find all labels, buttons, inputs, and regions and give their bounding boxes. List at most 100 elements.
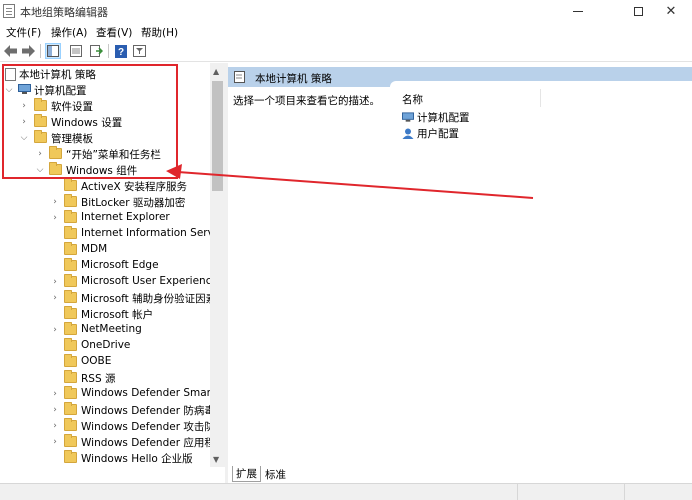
forward-button[interactable] [20, 43, 36, 59]
tree-item-component[interactable]: RSS 源 [0, 370, 210, 386]
back-button[interactable] [3, 43, 19, 59]
folder-icon [34, 130, 47, 143]
tree-label: NetMeeting [81, 323, 142, 335]
tree-item-component[interactable]: › Microsoft 辅助身份验证因素 [0, 290, 210, 306]
minimize-button[interactable] [555, 0, 601, 22]
chevron-right-icon[interactable]: › [19, 117, 29, 127]
app-icon [3, 4, 15, 18]
tree-item-computer-config[interactable]: ⌵ 计算机配置 [0, 82, 210, 98]
svg-text:?: ? [118, 47, 124, 58]
tree-label: OneDrive [81, 339, 131, 351]
toolbar: ? [0, 40, 692, 62]
chevron-right-icon[interactable]: › [50, 213, 60, 223]
computer-icon [402, 111, 414, 122]
menu-help[interactable]: 帮助(H) [141, 25, 178, 40]
tree-item-component[interactable]: Microsoft 帐户 [0, 306, 210, 322]
folder-icon [64, 290, 77, 303]
menu-file[interactable]: 文件(F) [6, 25, 41, 40]
view-tabs: 扩展 标准 [228, 466, 692, 483]
folder-icon [64, 354, 77, 367]
properties-icon [70, 45, 82, 57]
tree-label: Windows Defender 防病毒程 [81, 405, 210, 417]
folder-icon [34, 114, 47, 127]
chevron-down-icon[interactable]: ⌵ [4, 85, 14, 95]
tree-pane[interactable]: 本地计算机 策略 ⌵ 计算机配置 › 软件设置 › Windows 设置 ⌵ 管… [0, 63, 210, 467]
chevron-right-icon[interactable]: › [50, 293, 60, 303]
scroll-down-icon[interactable]: ▼ [213, 455, 219, 464]
export-list-button[interactable] [88, 43, 104, 59]
filter-button[interactable] [131, 43, 147, 59]
tree-item-admin-templates[interactable]: ⌵ 管理模板 [0, 130, 210, 146]
tree-item-component[interactable]: ActiveX 安装程序服务 [0, 178, 210, 194]
column-divider[interactable] [540, 89, 541, 107]
chevron-right-icon[interactable]: › [50, 389, 60, 399]
menu-bar: 文件(F) 操作(A) 查看(V) 帮助(H) [0, 22, 692, 40]
chevron-right-icon[interactable]: › [35, 149, 45, 159]
tree-item-component[interactable]: › Windows Defender SmartSc [0, 386, 210, 402]
status-bar [0, 483, 692, 500]
show-tree-button[interactable] [45, 43, 61, 59]
tree-item-component[interactable]: › Windows Defender 应用程序 [0, 434, 210, 450]
help-button[interactable]: ? [113, 43, 129, 59]
tree-item-software-settings[interactable]: › 软件设置 [0, 98, 210, 114]
tree-label: Windows Defender 攻击防护 [81, 421, 210, 433]
folder-icon [64, 274, 77, 287]
tree-item-start-menu-taskbar[interactable]: › “开始”菜单和任务栏 [0, 146, 210, 162]
chevron-down-icon[interactable]: ⌵ [35, 165, 45, 175]
chevron-right-icon[interactable]: › [50, 277, 60, 287]
tree-label: OOBE [81, 355, 112, 367]
export-list-icon [89, 45, 103, 57]
tree-item-root[interactable]: 本地计算机 策略 [0, 66, 210, 82]
folder-icon [64, 450, 77, 463]
tree-label: Windows Hello 企业版 [81, 453, 193, 465]
close-button[interactable]: ✕ [650, 0, 692, 22]
folder-icon [64, 322, 77, 335]
tree-label: 本地计算机 策略 [19, 69, 96, 81]
scroll-up-icon[interactable]: ▲ [213, 67, 219, 76]
tree-label: Microsoft 帐户 [81, 309, 154, 321]
chevron-right-icon[interactable]: › [50, 325, 60, 335]
tree-item-component[interactable]: OOBE [0, 354, 210, 370]
tree-item-windows-settings[interactable]: › Windows 设置 [0, 114, 210, 130]
tab-standard[interactable]: 标准 [262, 466, 289, 482]
tab-extended[interactable]: 扩展 [232, 466, 261, 482]
tree-scrollbar[interactable]: ▲ ▼ [210, 63, 225, 467]
list-item-computer-config[interactable]: 计算机配置 [402, 109, 470, 125]
tree-item-windows-components[interactable]: ⌵ Windows 组件 [0, 162, 210, 178]
scroll-thumb[interactable] [212, 81, 223, 191]
tree-item-component[interactable]: OneDrive [0, 338, 210, 354]
menu-action[interactable]: 操作(A) [51, 25, 87, 40]
chevron-right-icon[interactable]: › [50, 197, 60, 207]
close-icon: ✕ [665, 3, 677, 19]
tree-item-component[interactable]: › Windows Defender 防病毒程 [0, 402, 210, 418]
list-item-user-config[interactable]: 用户配置 [402, 125, 459, 141]
list-item-label: 计算机配置 [417, 111, 470, 124]
tree-label: BitLocker 驱动器加密 [81, 197, 186, 209]
tree-label: Microsoft Edge [81, 259, 159, 271]
window-title: 本地组策略编辑器 [20, 6, 108, 19]
chevron-right-icon[interactable]: › [19, 101, 29, 111]
chevron-down-icon[interactable]: ⌵ [19, 133, 29, 143]
properties-button[interactable] [68, 43, 84, 59]
tree-item-component[interactable]: › Windows Defender 攻击防护 [0, 418, 210, 434]
forward-arrow-icon [22, 45, 35, 57]
tree-label: Microsoft User Experience V [81, 275, 210, 287]
chevron-right-icon[interactable]: › [50, 421, 60, 431]
tree-item-component[interactable]: › Microsoft User Experience V [0, 274, 210, 290]
description-text: 选择一个项目来查看它的描述。 [233, 95, 380, 107]
chevron-right-icon[interactable]: › [50, 437, 60, 447]
column-header-name[interactable]: 名称 [402, 92, 423, 107]
tree-item-component[interactable]: MDM [0, 242, 210, 258]
maximize-icon [633, 6, 643, 16]
tree-item-component[interactable]: Microsoft Edge [0, 258, 210, 274]
menu-view[interactable]: 查看(V) [96, 25, 132, 40]
tree-item-component[interactable]: › Internet Explorer [0, 210, 210, 226]
tree-label: Windows Defender 应用程序 [81, 437, 210, 449]
tree-label: “开始”菜单和任务栏 [66, 149, 161, 161]
tree-item-component[interactable]: Windows Hello 企业版 [0, 450, 210, 466]
tree-item-component[interactable]: Internet Information Service [0, 226, 210, 242]
tree-item-component[interactable]: › NetMeeting [0, 322, 210, 338]
tree-item-component[interactable]: › BitLocker 驱动器加密 [0, 194, 210, 210]
folder-icon [64, 226, 77, 239]
chevron-right-icon[interactable]: › [50, 405, 60, 415]
